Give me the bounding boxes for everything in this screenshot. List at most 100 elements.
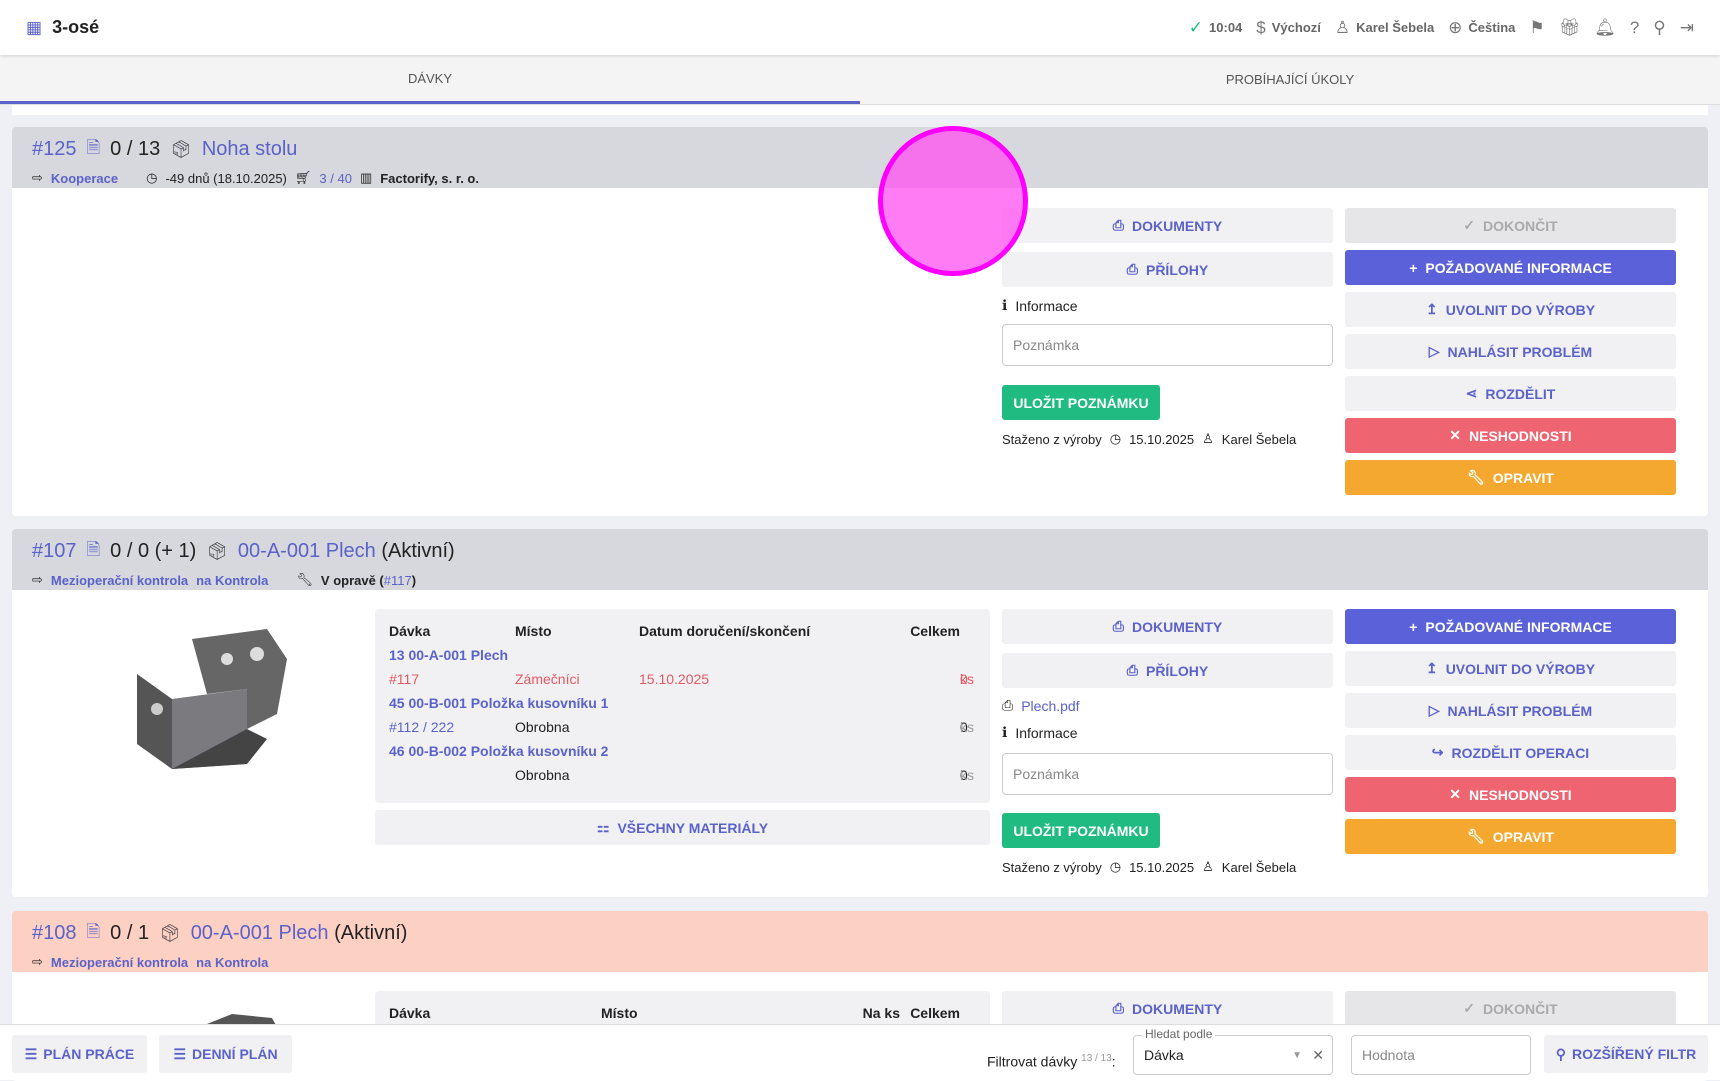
finish-button[interactable]: ✓ DOKONČIT (1345, 208, 1676, 243)
page-title: 3-osé (52, 17, 100, 37)
language-selector[interactable]: ⊕ Čeština (1448, 18, 1515, 38)
finish-button[interactable]: ✓ DOKONČIT (1345, 991, 1676, 1026)
table-group-row[interactable]: 13 00-A-001 Plech (389, 647, 960, 671)
required-info-button[interactable]: + POŽADOVANÉ INFORMACE (1345, 250, 1676, 285)
value-input[interactable]: Hodnota (1351, 1035, 1531, 1075)
daily-plan-button[interactable]: ☰ DENNÍ PLÁN (159, 1035, 292, 1073)
repair-button[interactable]: 🔧︎ OPRAVIT (1345, 819, 1676, 854)
batch-id-link[interactable]: #108 (32, 922, 77, 945)
arrow-right-icon: ⇨ (32, 954, 43, 969)
clear-icon[interactable]: ✕ (1312, 1047, 1324, 1064)
info-label: ℹ Informace (1002, 724, 1078, 741)
bell-icon[interactable]: 🔔︎ (1594, 18, 1616, 38)
printer-icon: ⎙ (1126, 662, 1138, 678)
plus-icon: + (1409, 259, 1418, 276)
file-link[interactable]: ⎙ Plech.pdf (1002, 697, 1080, 714)
report-problem-button[interactable]: ▷ NAHLÁSIT PROBLÉM (1345, 334, 1676, 369)
withdrawn-info: Staženo z výroby ◷ 15.10.2025 ♙ Karel Šebela (1002, 859, 1297, 875)
nonconformities-button[interactable]: ✕ NESHODNOSTI (1345, 777, 1676, 812)
search-by-select[interactable]: Hledat podle Dávka ▼ ✕ (1133, 1027, 1333, 1075)
repair-button[interactable]: 🔧︎ OPRAVIT (1345, 460, 1676, 495)
printer-icon: ⎙ (1112, 1000, 1124, 1016)
search-icon: ⚲ (1555, 1045, 1567, 1062)
arrow-right-icon: ⇨ (32, 572, 43, 587)
release-button[interactable]: ↥ UVOLNIT DO VÝROBY (1345, 651, 1676, 686)
user-icon: ♙ (1202, 859, 1214, 874)
table-group-row[interactable]: 45 00-B-001 Položka kusovníku 1 (389, 695, 960, 719)
product-link[interactable]: Noha stolu (202, 138, 298, 161)
split-operation-button[interactable]: ↪ ROZDĚLIT OPERACI (1345, 735, 1676, 770)
share-icon: ⋖ (1465, 385, 1478, 401)
user-icon: ♙ (1202, 431, 1214, 446)
batch-card: #107 🗎 0 / 0 (+ 1) 📦︎ 00-A-001 Plech (Aktivn… (12, 529, 1708, 897)
table-row: #117 Zámečníci 15.10.2025 0 ks (389, 671, 974, 687)
attachments-button[interactable]: ⎙ PŘÍLOHY (1002, 653, 1333, 688)
building-icon: ▥ (359, 170, 373, 185)
globe-icon: ⊕ (1448, 17, 1463, 37)
batch-id-link[interactable]: #125 (32, 138, 77, 161)
product-link[interactable]: 00-A-001 Plech (191, 922, 329, 944)
user-menu[interactable]: ♙ Karel Šebela (1335, 18, 1434, 38)
report-problem-button[interactable]: ▷ NAHLÁSIT PROBLÉM (1345, 693, 1676, 728)
batch-id-link[interactable]: #107 (32, 540, 77, 563)
tab-running-tasks[interactable]: PROBÍHAJÍCÍ ÚKOLY (860, 55, 1720, 104)
operation-link[interactable]: Mezioperační kontrola (51, 573, 188, 588)
company: Factorify, s. r. o. (380, 170, 479, 186)
sync-status[interactable]: ✓ 10:04 (1189, 18, 1243, 38)
table-group-row[interactable]: 46 00-B-002 Položka kusovníku 2 (389, 743, 960, 767)
note-input[interactable]: Poznámka (1002, 753, 1333, 795)
product-state: (Aktivní) (381, 540, 455, 562)
hierarchy-icon: ⚏ (596, 819, 610, 835)
required-info-button[interactable]: + POŽADOVANÉ INFORMACE (1345, 609, 1676, 644)
note-input[interactable]: Poznámka (1002, 324, 1333, 366)
clock-icon: ◷ (1109, 859, 1122, 874)
currency-selector[interactable]: $ Výchozí (1256, 18, 1321, 38)
advanced-filter-button[interactable]: ⚲ ROZŠÍŘENÝ FILTR (1544, 1035, 1708, 1073)
arrow-right-icon: ⇨ (32, 170, 43, 185)
split-button[interactable]: ⋖ ROZDĚLIT (1345, 376, 1676, 411)
chevron-down-icon[interactable]: ▼ (1292, 1050, 1302, 1061)
document-icon[interactable]: 🗎 (87, 135, 101, 164)
operation-link[interactable]: Mezioperační kontrola (51, 955, 188, 970)
documents-button[interactable]: ⎙ DOKUMENTY (1002, 609, 1333, 644)
batch-card: #125 🗎 0 / 13 📦︎ Noha stolu ⇨ Kooperace ◷ -49 d… (12, 127, 1708, 516)
logout-icon[interactable]: ⇥ (1680, 18, 1694, 38)
dollar-icon: $ (1256, 17, 1266, 37)
box-icon: 📦︎ (206, 541, 228, 561)
help-icon[interactable]: ? (1630, 18, 1639, 38)
batch-count: 0 / 0 (+ 1) (110, 540, 197, 562)
clock-icon: ◷ (146, 170, 158, 185)
share-arrow-icon: ↪ (1431, 744, 1444, 760)
nonconformities-button[interactable]: ✕ NESHODNOSTI (1345, 418, 1676, 453)
document-icon[interactable]: 🗎 (87, 537, 101, 566)
release-button[interactable]: ↥ UVOLNIT DO VÝROBY (1345, 292, 1676, 327)
printer-icon: ⎙ (1112, 618, 1124, 634)
workplace-link[interactable]: na Kontrola (196, 955, 268, 970)
printer-icon: ⎙ (1126, 261, 1138, 277)
save-note-button[interactable]: ULOŽIT POZNÁMKU (1002, 385, 1160, 420)
documents-button[interactable]: ⎙ DOKUMENTY (1002, 991, 1333, 1026)
wrench-icon: 🔧︎ (1467, 469, 1485, 485)
save-note-button[interactable]: ULOŽIT POZNÁMKU (1002, 813, 1160, 848)
operation-link[interactable]: Kooperace (51, 171, 118, 186)
info-icon: ℹ (1002, 297, 1008, 313)
skip-icon: ▷ (1428, 702, 1440, 718)
all-materials-button[interactable]: ⚏ VŠECHNY MATERIÁLY (375, 810, 990, 845)
product-link[interactable]: 00-A-001 Plech (238, 540, 376, 562)
wrench-icon: 🔧︎ (296, 572, 313, 587)
attachments-button[interactable]: ⎙ PŘÍLOHY (1002, 252, 1333, 287)
documents-button[interactable]: ⎙ DOKUMENTY (1002, 208, 1333, 243)
workplace-link[interactable]: na Kontrola (196, 573, 268, 588)
search-icon[interactable]: ⚲ (1653, 18, 1665, 38)
batch-count: 0 / 1 (110, 922, 150, 944)
gift-icon[interactable]: 🎁︎ (1559, 18, 1581, 38)
box-icon: 📦︎ (159, 923, 181, 943)
cart-count[interactable]: 3 / 40 (319, 171, 352, 186)
tab-batches[interactable]: DÁVKY (0, 55, 860, 104)
close-icon: ✕ (1449, 786, 1462, 802)
repair-status: V opravě (#117) (320, 572, 417, 588)
document-icon[interactable]: 🗎 (87, 919, 101, 948)
signpost-icon[interactable]: ⚑ (1529, 18, 1544, 38)
work-plan-button[interactable]: ☰ PLÁN PRÁCE (12, 1035, 147, 1073)
skip-icon: ▷ (1428, 343, 1440, 359)
